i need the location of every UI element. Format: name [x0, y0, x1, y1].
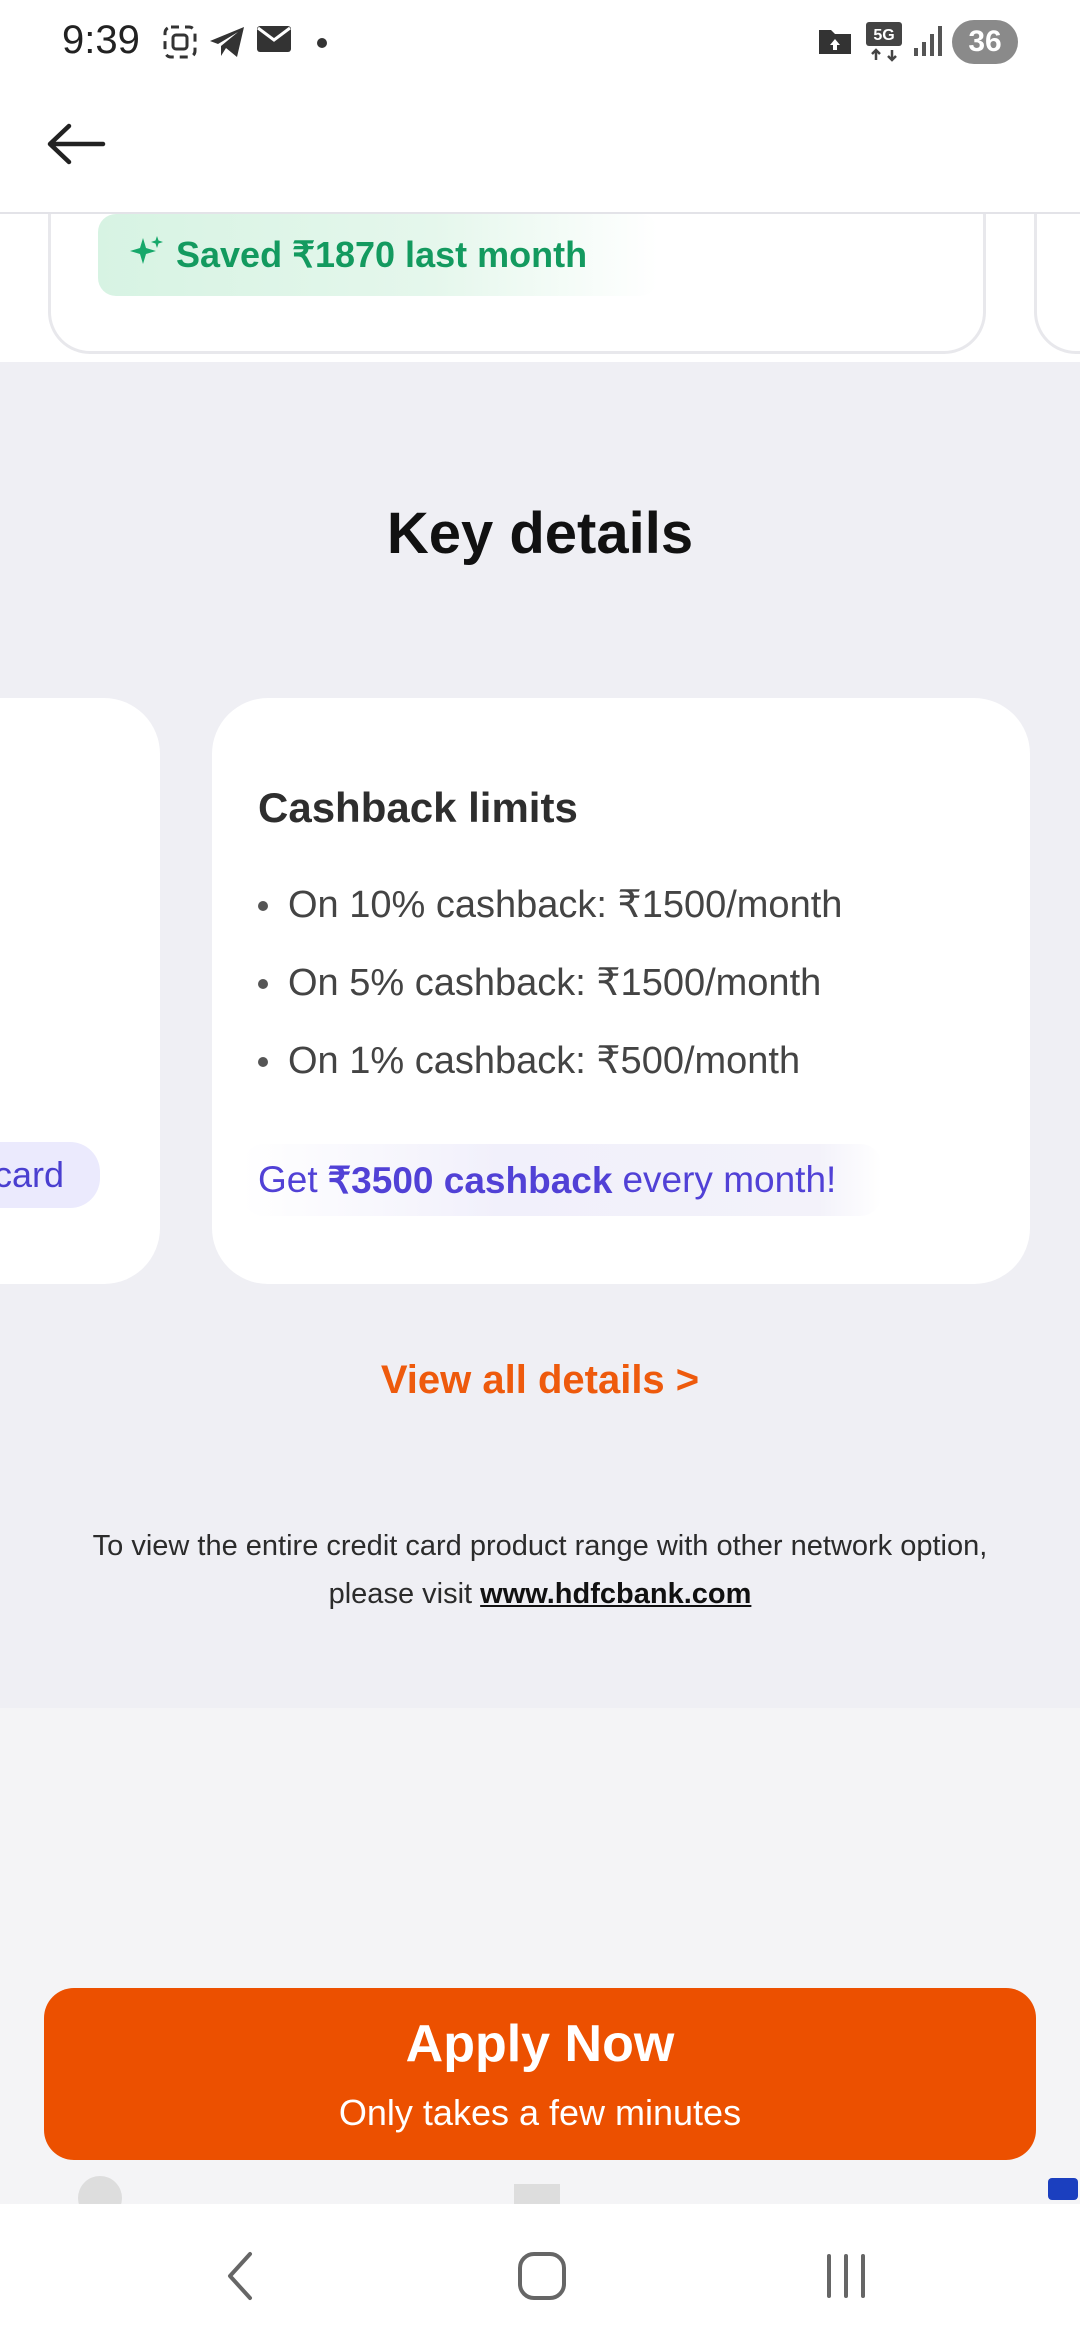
status-bar: 9:39 5G 36 — [0, 0, 1080, 84]
back-arrow-icon — [45, 122, 107, 171]
folder-icon — [818, 26, 852, 61]
sparkle-icon — [130, 234, 164, 277]
partial-footer — [0, 2160, 1080, 2220]
savings-card-next[interactable] — [1034, 214, 1080, 354]
section-title: Key details — [386, 501, 694, 566]
cashback-limits-card[interactable]: Cashback limits On 10% cashback: ₹1500/m… — [212, 698, 1030, 1284]
promo-prefix: Get — [258, 1159, 318, 1200]
saved-text: Saved ₹1870 last month — [176, 234, 588, 275]
promo-suffix: every month! — [622, 1159, 837, 1200]
mail-icon — [256, 24, 292, 59]
partial-element — [514, 2184, 560, 2204]
nav-back-button[interactable] — [200, 2238, 280, 2318]
nav-recents-button[interactable] — [806, 2238, 886, 2318]
promo-highlight: ₹3500 cashback — [327, 1159, 613, 1201]
screenshot-icon — [162, 24, 198, 65]
nav-recents-icon — [821, 2252, 871, 2305]
floating-badge-icon[interactable] — [1048, 2178, 1078, 2200]
nav-back-icon — [220, 2248, 260, 2309]
nav-home-button[interactable] — [502, 2238, 582, 2318]
5g-icon: 5G — [864, 20, 904, 67]
apply-now-label: Apply Now — [405, 2015, 675, 2073]
system-nav-bar — [0, 2204, 1080, 2340]
view-all-details-link[interactable]: View all details > — [0, 1358, 1080, 1403]
signal-icon — [912, 22, 944, 63]
previous-card-tag: card — [0, 1142, 100, 1208]
battery-icon: 36 — [952, 20, 1018, 64]
cashback-promo: Get ₹3500 cashback every month! — [242, 1144, 882, 1216]
list-item: On 1% cashback: ₹500/month — [258, 1038, 842, 1116]
back-button[interactable] — [36, 106, 116, 186]
list-item: On 10% cashback: ₹1500/month — [258, 882, 842, 960]
saved-badge: Saved ₹1870 last month — [98, 214, 658, 296]
apply-now-sublabel: Only takes a few minutes — [338, 2092, 742, 2133]
dot-icon — [316, 36, 328, 54]
telegram-icon — [208, 24, 246, 65]
svg-text:5G: 5G — [873, 27, 894, 44]
disclaimer: To view the entire credit card product r… — [60, 1522, 1020, 1618]
cashback-bullet-list: On 10% cashback: ₹1500/month On 5% cashb… — [258, 882, 842, 1116]
apply-now-button[interactable]: Apply Now Only takes a few minutes — [44, 1988, 1036, 2160]
key-details-section: Key details card Cashback limits On 10% … — [0, 362, 1080, 1708]
top-app-bar — [0, 84, 1080, 214]
hdfc-website-link[interactable]: www.hdfcbank.com — [480, 1578, 751, 1610]
list-item: On 5% cashback: ₹1500/month — [258, 960, 842, 1038]
card-title: Cashback limits — [258, 784, 578, 831]
nav-home-icon — [516, 2250, 568, 2307]
status-time: 9:39 — [62, 18, 140, 62]
previous-card-tag-label: card — [0, 1154, 64, 1195]
savings-section: Saved ₹1870 last month — [0, 214, 1080, 362]
